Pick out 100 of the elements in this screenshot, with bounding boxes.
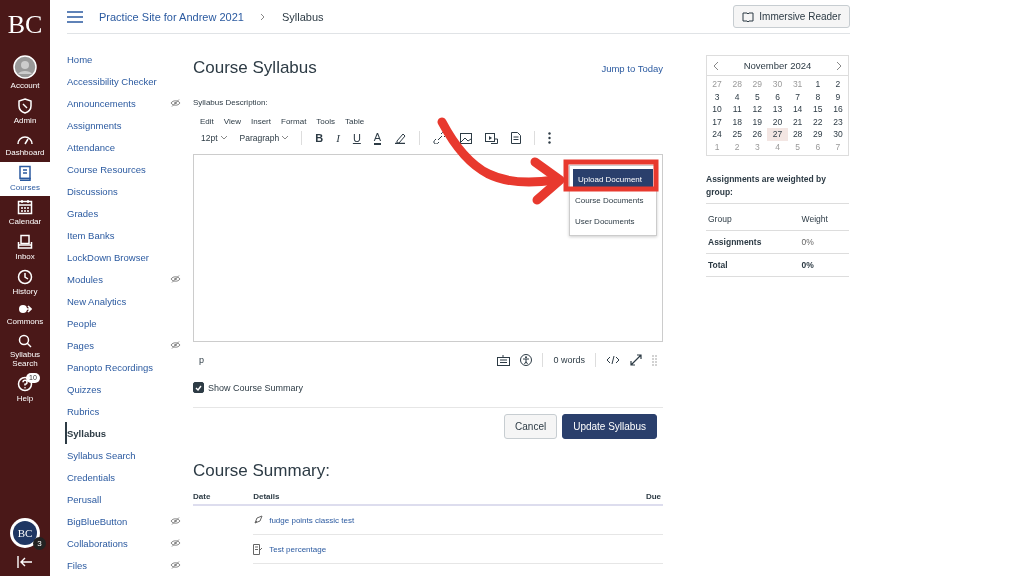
nav-item[interactable]: Courses xyxy=(0,161,50,197)
course-nav-item[interactable]: People xyxy=(67,312,193,334)
calendar-day[interactable]: 10 xyxy=(707,103,728,116)
cancel-button[interactable]: Cancel xyxy=(504,414,558,439)
course-nav-item[interactable]: Announcements xyxy=(67,92,193,114)
course-nav-item[interactable]: Home xyxy=(67,48,193,70)
resize-handle-icon[interactable] xyxy=(652,354,657,366)
course-nav-item[interactable]: Modules xyxy=(67,268,193,290)
highlighter-icon[interactable] xyxy=(394,132,407,144)
code-icon[interactable] xyxy=(606,356,620,364)
calendar-day[interactable]: 27 xyxy=(767,128,788,141)
menu-item[interactable]: Tools xyxy=(316,117,336,126)
link-icon[interactable] xyxy=(433,132,448,144)
format-button[interactable]: U xyxy=(352,132,361,144)
image-icon[interactable] xyxy=(460,132,473,144)
course-nav-item[interactable]: Attendance xyxy=(67,136,193,158)
course-nav-item[interactable]: Grades xyxy=(67,202,193,224)
menu-item[interactable]: Table xyxy=(345,117,365,126)
collapse-icon[interactable] xyxy=(17,556,33,568)
text-editor-area[interactable] xyxy=(193,154,663,342)
calendar-day[interactable]: 8 xyxy=(807,90,828,103)
calendar-day[interactable]: 17 xyxy=(707,115,728,128)
calendar-day[interactable]: 16 xyxy=(827,103,848,116)
calendar-day[interactable]: 21 xyxy=(787,115,808,128)
course-nav-item[interactable]: Item Banks xyxy=(67,224,193,246)
calendar-day[interactable]: 1 xyxy=(807,78,828,91)
calendar-day[interactable]: 6 xyxy=(767,90,788,103)
nav-item[interactable]: Commons xyxy=(0,300,50,331)
immersive-reader-button[interactable]: Immersive Reader xyxy=(733,5,850,28)
course-nav-item[interactable]: New Analytics xyxy=(67,290,193,312)
toolbar-dropdown[interactable]: Paragraph xyxy=(239,133,289,143)
calendar-day[interactable]: 14 xyxy=(787,103,808,116)
calendar-day[interactable]: 29 xyxy=(807,128,828,141)
fullscreen-icon[interactable] xyxy=(630,354,642,366)
checkbox[interactable] xyxy=(193,382,204,393)
calendar-day[interactable]: 15 xyxy=(807,103,828,116)
document-icon[interactable] xyxy=(511,132,522,144)
course-nav-item[interactable]: BigBlueButton xyxy=(67,510,193,532)
course-nav-item[interactable]: LockDown Browser xyxy=(67,246,193,268)
course-nav-item[interactable]: Quizzes xyxy=(67,378,193,400)
menu-item[interactable]: Format xyxy=(281,117,307,126)
calendar-day[interactable]: 2 xyxy=(827,78,848,91)
previous-icon[interactable] xyxy=(713,60,719,71)
jump-to-today-link[interactable]: Jump to Today xyxy=(601,62,663,74)
calendar-day[interactable]: 20 xyxy=(767,115,788,128)
calendar-day[interactable]: 23 xyxy=(827,115,848,128)
menu-option[interactable]: User Documents xyxy=(570,211,656,232)
calendar-day[interactable]: 11 xyxy=(727,103,748,116)
more-icon[interactable] xyxy=(548,132,552,144)
course-nav-item[interactable]: Pages xyxy=(67,334,193,356)
course-nav-item[interactable]: Collaborations xyxy=(67,532,193,554)
calendar-day[interactable]: 24 xyxy=(707,128,728,141)
nav-item[interactable]: Syllabus Search xyxy=(0,330,50,373)
media-icon[interactable] xyxy=(485,132,499,144)
course-nav-item[interactable]: Syllabus Search xyxy=(67,444,193,466)
course-nav-item[interactable]: Syllabus xyxy=(65,422,193,444)
calendar-day[interactable]: 22 xyxy=(807,115,828,128)
calendar-day[interactable]: 28 xyxy=(787,128,808,141)
calendar-day[interactable]: 12 xyxy=(747,103,768,116)
menu-item[interactable]: View xyxy=(223,117,241,126)
menu-icon[interactable] xyxy=(67,10,83,23)
course-nav-item[interactable]: Discussions xyxy=(67,180,193,202)
logo[interactable]: BC xyxy=(7,0,43,52)
toolbar-dropdown[interactable]: 12pt xyxy=(201,133,227,143)
assignment-link[interactable]: Test percentage xyxy=(269,544,327,554)
menu-item[interactable]: Insert xyxy=(251,117,271,126)
format-button[interactable]: I xyxy=(336,132,340,144)
accessibility-icon[interactable] xyxy=(520,354,533,366)
calendar-day[interactable]: 26 xyxy=(747,128,768,141)
update-syllabus-button[interactable]: Update Syllabus xyxy=(562,414,657,439)
menu-item[interactable]: Edit xyxy=(200,117,214,126)
calendar-day[interactable]: 18 xyxy=(727,115,748,128)
calendar-day[interactable]: 25 xyxy=(727,128,748,141)
nav-item[interactable]: Inbox xyxy=(0,230,50,266)
calendar-day[interactable]: 3 xyxy=(707,90,728,103)
course-nav-item[interactable]: Assignments xyxy=(67,114,193,136)
menu-option[interactable]: Course Documents xyxy=(570,190,656,211)
course-nav-item[interactable]: Credentials xyxy=(67,466,193,488)
course-nav-item[interactable]: Files xyxy=(67,554,193,576)
calendar-day[interactable]: 19 xyxy=(747,115,768,128)
calendar-day[interactable]: 4 xyxy=(727,90,748,103)
nav-item[interactable]: History xyxy=(0,265,50,301)
next-icon[interactable] xyxy=(836,60,842,71)
calendar-day[interactable]: 30 xyxy=(827,128,848,141)
course-nav-item[interactable]: Rubrics xyxy=(67,400,193,422)
nav-item[interactable]: Dashboard xyxy=(0,129,50,162)
breadcrumb-link[interactable]: Practice Site for Andrew 2021 xyxy=(99,10,244,23)
calendar-day[interactable]: 5 xyxy=(747,90,768,103)
format-button[interactable]: B xyxy=(315,132,324,144)
nav-item[interactable]: Account xyxy=(0,52,50,95)
nav-item[interactable]: Calendar xyxy=(0,196,50,231)
course-nav-item[interactable]: Panopto Recordings xyxy=(67,356,193,378)
nav-item[interactable]: Admin xyxy=(0,94,50,130)
format-button[interactable]: A xyxy=(373,131,382,145)
course-nav-item[interactable]: Course Resources xyxy=(67,158,193,180)
keyboard-icon[interactable] xyxy=(497,354,511,366)
calendar-day[interactable]: 9 xyxy=(827,90,848,103)
assignment-link[interactable]: fudge points classic test xyxy=(269,515,355,525)
calendar-day[interactable]: 7 xyxy=(787,90,808,103)
calendar-day[interactable]: 13 xyxy=(767,103,788,116)
